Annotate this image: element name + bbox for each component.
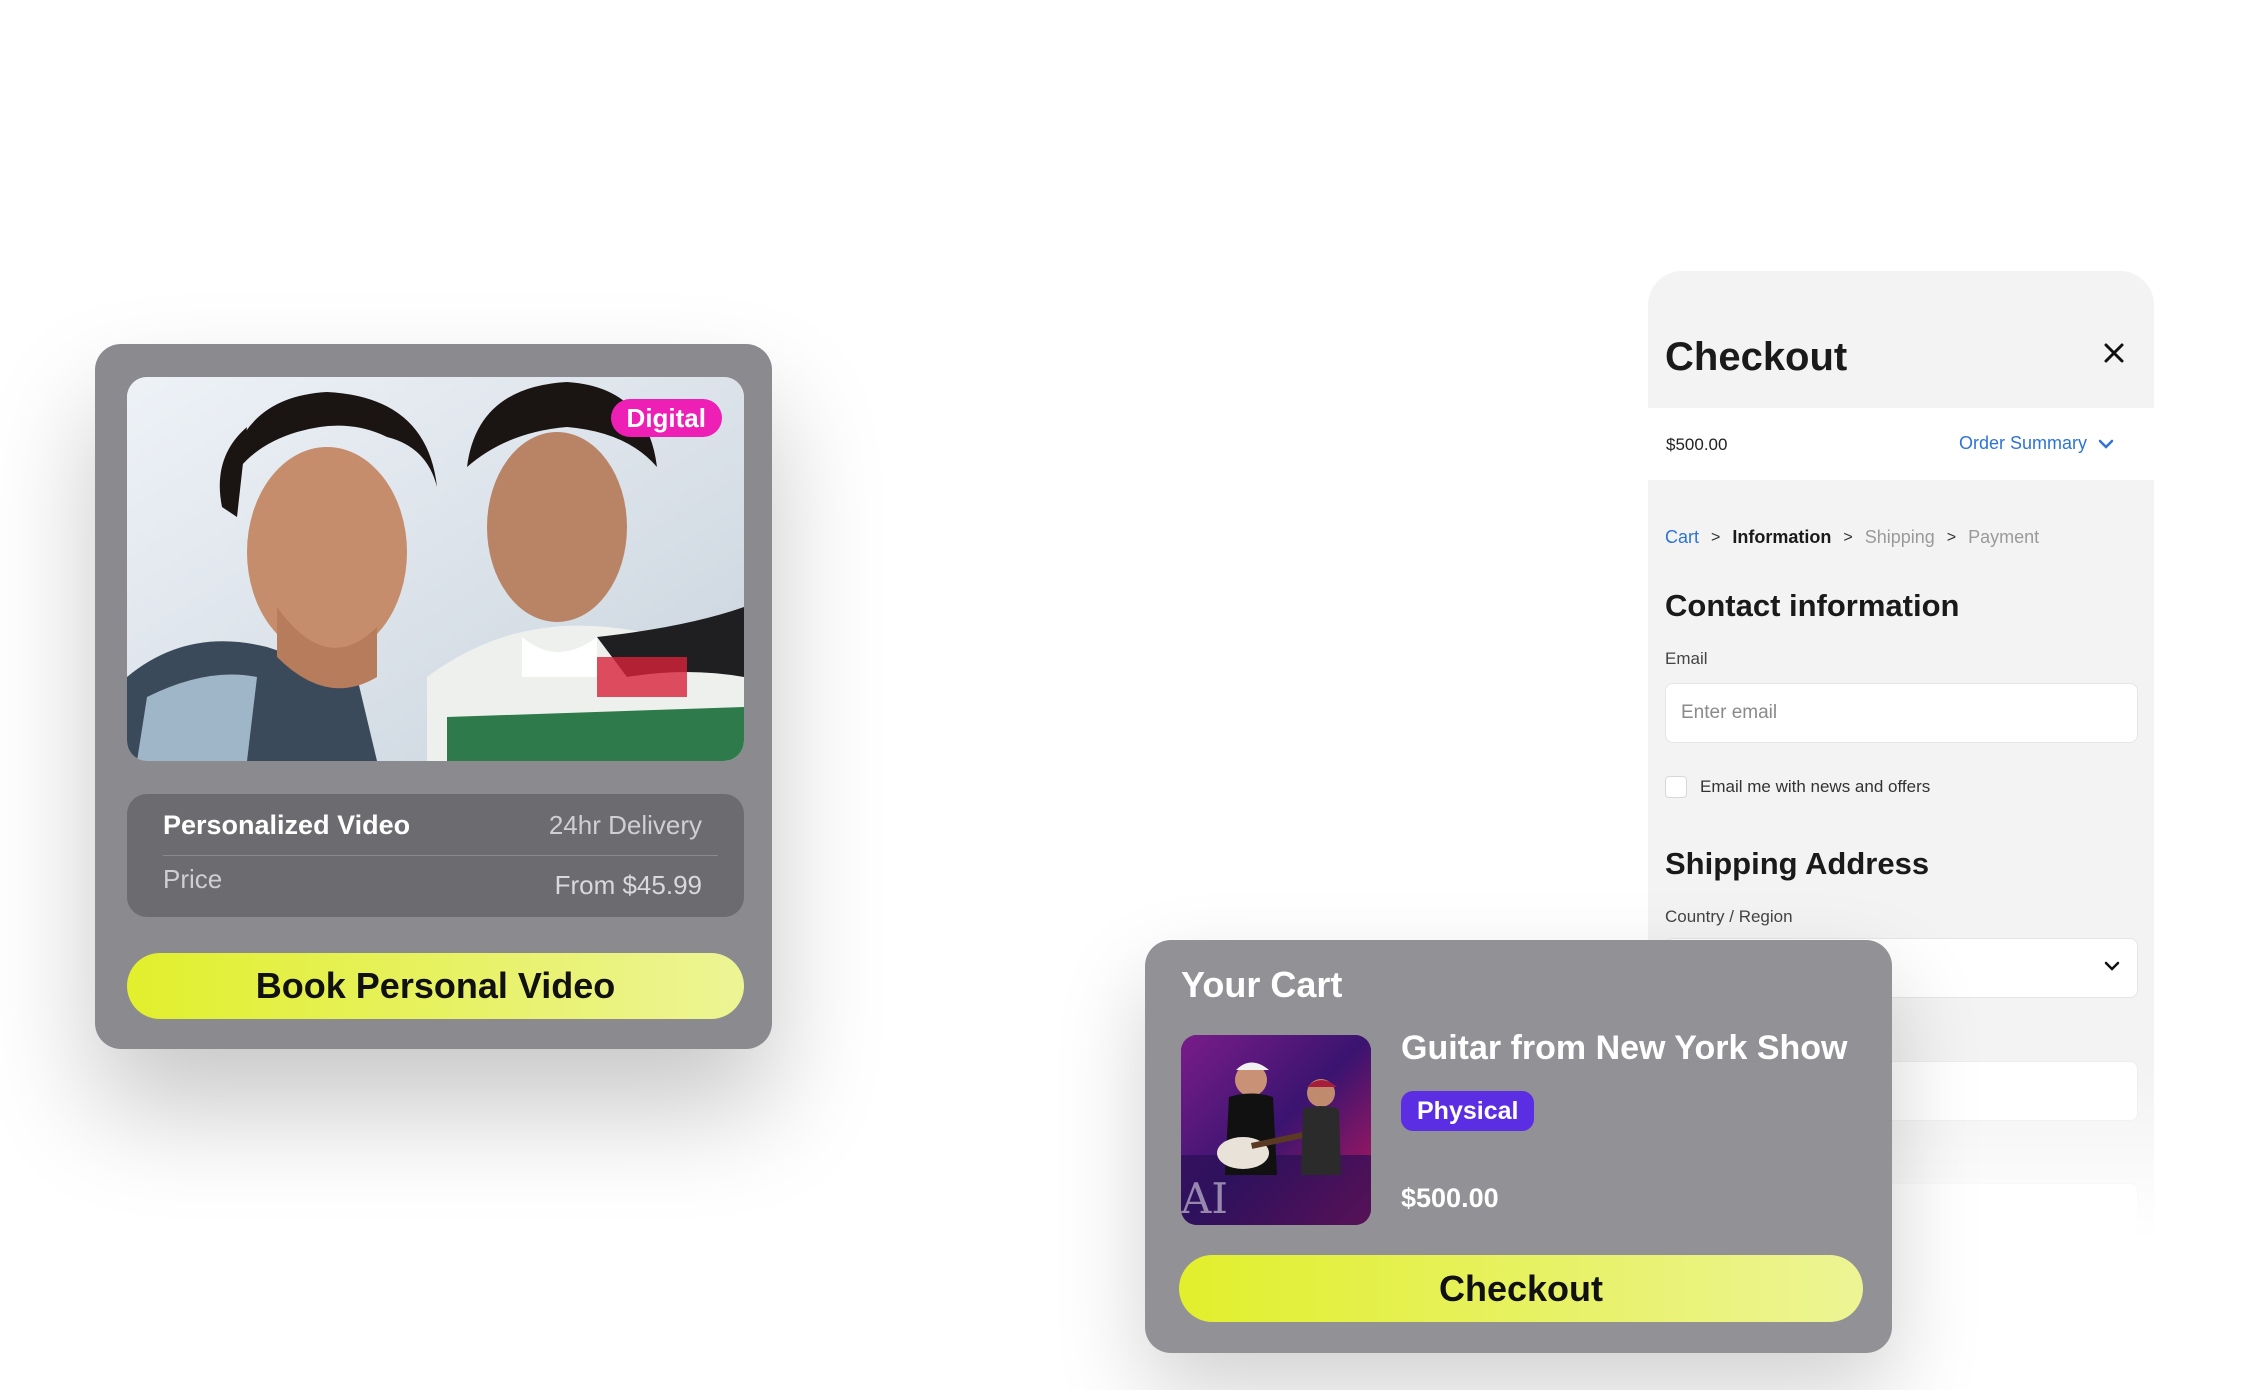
- order-summary-toggle[interactable]: Order Summary: [1959, 433, 2114, 454]
- cart-title: Your Cart: [1181, 964, 1343, 1005]
- checkout-title: Checkout: [1665, 335, 1848, 379]
- shipping-heading: Shipping Address: [1665, 846, 1930, 881]
- chevron-down-icon: [2098, 440, 2114, 450]
- cart-item-price: $500.00: [1401, 1183, 1499, 1213]
- product-info: Personalized Video 24hr Delivery Price F…: [127, 794, 744, 917]
- delivery-text: 24hr Delivery: [548, 810, 702, 840]
- breadcrumb: Cart > Information > Shipping > Payment: [1665, 527, 2039, 548]
- checkout-button[interactable]: Checkout: [1179, 1255, 1863, 1322]
- breadcrumb-shipping: Shipping: [1864, 527, 1935, 547]
- cart-item-name: Guitar from New York Show: [1401, 1029, 1848, 1067]
- breadcrumb-cart[interactable]: Cart: [1665, 527, 1699, 548]
- breadcrumb-payment: Payment: [1968, 527, 2040, 547]
- price-label: Price: [163, 864, 223, 894]
- newsletter-checkbox[interactable]: [1665, 776, 1687, 798]
- order-summary-bar: $500.00 Order Summary: [1648, 408, 2154, 480]
- cart-item-image: AI: [1181, 1035, 1371, 1225]
- email-label: Email: [1665, 649, 1708, 668]
- breadcrumb-information: Information: [1732, 527, 1832, 547]
- price-value: From $45.99: [554, 870, 702, 900]
- digital-badge: Digital: [610, 399, 722, 437]
- order-total: $500.00: [1666, 435, 1728, 454]
- email-field[interactable]: [1665, 683, 2138, 743]
- product-card: Digital Personalized Video 24hr Delivery…: [95, 344, 772, 1049]
- newsletter-label: Email me with news and offers: [1700, 777, 1931, 796]
- product-name: Personalized Video: [163, 810, 411, 840]
- divider: [163, 855, 718, 856]
- book-personal-video-button[interactable]: Book Personal Video: [127, 953, 744, 1019]
- close-icon[interactable]: [2100, 341, 2128, 369]
- breadcrumb-separator-icon: >: [1711, 528, 1721, 546]
- order-summary-label: Order Summary: [1958, 433, 2087, 453]
- breadcrumb-separator-icon: >: [1946, 528, 1957, 546]
- chevron-down-icon: [2104, 961, 2120, 971]
- contact-heading: Contact information: [1665, 588, 1960, 623]
- country-label: Country / Region: [1665, 907, 1793, 926]
- physical-badge: Physical: [1401, 1091, 1535, 1131]
- product-photo: Digital: [127, 377, 744, 761]
- breadcrumb-separator-icon: >: [1843, 528, 1853, 546]
- svg-text:AI: AI: [1181, 1174, 1228, 1223]
- cart-card: Your Cart AI Guitar from New York Show P…: [1145, 940, 1892, 1353]
